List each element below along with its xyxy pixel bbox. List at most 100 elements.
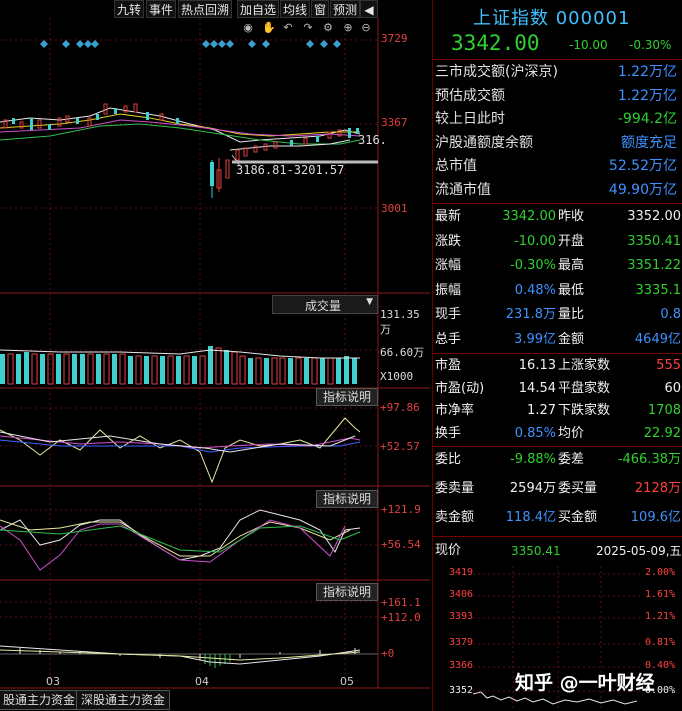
date-label-05: 05 xyxy=(340,675,354,688)
indicator2-axis-high: +121.9 xyxy=(381,503,421,516)
grid-label: 换手 xyxy=(435,425,462,441)
price-axis-mid: 3367 xyxy=(381,116,408,129)
grid-value: 109.6亿 xyxy=(630,510,681,525)
grid-value: 231.8万 xyxy=(505,307,556,322)
grid-value: 0.85% xyxy=(514,425,556,441)
grid-label: 委比 xyxy=(435,452,462,467)
grid-value: 118.4亿 xyxy=(505,510,556,525)
quote-row: 沪股通额度余额 额度充足 xyxy=(435,132,681,154)
indicator1-axis-mid: +52.57 xyxy=(380,440,420,453)
grid-value: -466.38万 xyxy=(617,452,681,467)
chart-area[interactable]: 九转 事件 热点回溯 加自选 均线 窗 预测 ◀ ◉ ✋ ↶ ↷ ⚙ ⊕ ⊖ 3… xyxy=(0,0,430,711)
volume-selector[interactable]: 成交量 ▼ xyxy=(272,295,378,314)
grid-label: 现手 xyxy=(435,307,462,322)
price-axis-high: 3729 xyxy=(381,32,408,45)
mini-axis-left-1: 3406 xyxy=(449,589,474,600)
grid-label: 买金额 xyxy=(558,510,598,525)
grid-label: 开盘 xyxy=(558,233,585,249)
grid-value: 2128万 xyxy=(634,481,681,496)
mini-axis-right-3: 0.81% xyxy=(645,637,676,648)
quote-panel: 上证指数 000001 3342.00 -10.00 -0.30% 三市成交额(… xyxy=(432,0,682,711)
grid-value: 60 xyxy=(664,380,681,396)
grid-value: 1.27 xyxy=(527,403,556,418)
mini-axis-right-2: 1.21% xyxy=(645,611,676,622)
candles xyxy=(3,103,359,198)
quote-row-value: 1.22万亿 xyxy=(617,87,677,104)
price-change-pct: -0.30% xyxy=(629,38,672,52)
grid-value: 0.48% xyxy=(514,282,556,298)
grid-value: 22.92 xyxy=(643,425,681,441)
now-price-value: 3350.41 xyxy=(511,544,561,558)
quote-date: 2025-05-09,五 xyxy=(596,544,682,558)
quote-row: 总市值 52.52万亿 xyxy=(435,155,681,177)
quote-row: 三市成交额(沪深京) 1.22万亿 xyxy=(435,61,681,83)
indicator3-axis-mid: +112.0 xyxy=(381,611,421,624)
grid-value: 2594万 xyxy=(509,481,556,496)
volume-axis-high: 131.35万 xyxy=(380,308,420,336)
grid-label: 金额 xyxy=(558,331,585,347)
grid-value: 3352.00 xyxy=(627,209,681,224)
chevron-down-icon: ▼ xyxy=(366,297,373,307)
last-price: 3342.00 xyxy=(451,31,540,55)
grid-label: 最新 xyxy=(435,209,462,224)
indicator2-axis-mid: +56.54 xyxy=(381,538,421,551)
grid-value: 555 xyxy=(656,358,681,373)
date-label-03: 03 xyxy=(46,675,60,688)
grid-value: 3.99亿 xyxy=(514,331,556,347)
range-label: 3186.81-3201.57 xyxy=(236,163,345,177)
grid-label: 平盘家数 xyxy=(558,380,611,396)
grid-label: 最高 xyxy=(558,258,585,273)
quote-row-value: 额度充足 xyxy=(621,134,677,151)
grid-label: 市盈 xyxy=(435,358,462,373)
grid-label: 委卖量 xyxy=(435,481,475,496)
quote-row-label: 三市成交额(沪深京) xyxy=(435,64,558,80)
tab-sz-connect-capital[interactable]: 深股通主力资金 xyxy=(76,690,171,710)
quote-row-value: 1.22万亿 xyxy=(617,64,677,80)
mini-axis-right-0: 2.00% xyxy=(645,567,676,578)
grid-value: 14.54 xyxy=(518,380,556,396)
quote-row-value: 49.90万亿 xyxy=(608,182,677,198)
watermark: 知乎 @一叶财经 xyxy=(515,672,655,694)
grid-value: -0.30% xyxy=(510,258,556,273)
quote-row-label: 预估成交额 xyxy=(435,87,505,104)
indicator2-help-button[interactable]: 指标说明 xyxy=(316,490,379,508)
grid-label: 涨幅 xyxy=(435,258,462,273)
indicator1-help-button[interactable]: 指标说明 xyxy=(316,388,379,406)
grid-value: 3350.41 xyxy=(627,233,681,249)
grid-label: 上涨家数 xyxy=(558,358,611,373)
grid-label: 市盈(动) xyxy=(435,380,485,396)
quote-row-value: -994.2亿 xyxy=(617,111,677,128)
grid-value: -9.88% xyxy=(510,452,556,467)
quote-row-label: 流通市值 xyxy=(435,182,491,198)
quote-row: 预估成交额 1.22万亿 xyxy=(435,85,681,107)
mini-axis-left-2: 3393 xyxy=(449,611,474,622)
quote-row: 流通市值 49.90万亿 xyxy=(435,179,681,201)
grid-label: 总手 xyxy=(435,331,462,347)
quote-row: 较上日此时 -994.2亿 xyxy=(435,108,681,130)
signal-markers xyxy=(40,40,341,48)
grid-label: 委买量 xyxy=(558,481,598,496)
grid-label: 量比 xyxy=(558,307,585,322)
indicator3-axis-high: +161.1 xyxy=(381,596,421,609)
grid-value: 3342.00 xyxy=(502,209,556,224)
volume-axis-mid: 66.60万 xyxy=(380,346,425,359)
volume-axis-unit: X1000 xyxy=(380,370,414,383)
index-title: 上证指数 000001 xyxy=(473,8,631,29)
tab-sh-connect-capital[interactable]: 股通主力资金 xyxy=(0,690,81,710)
grid-value: 0.8 xyxy=(660,307,681,322)
grid-label: 下跌家数 xyxy=(558,403,611,418)
indicator3-help-button[interactable]: 指标说明 xyxy=(316,583,379,601)
indicator3-axis-zero: +0 xyxy=(381,647,395,660)
grid-label: 均价 xyxy=(558,425,585,441)
grid-value: -10.00 xyxy=(514,233,556,249)
grid-label: 昨收 xyxy=(558,209,585,224)
quote-row-label: 较上日此时 xyxy=(435,111,505,128)
volume-selector-label: 成交量 xyxy=(305,299,342,313)
macd-bars-green xyxy=(204,654,231,668)
grid-value: 1708 xyxy=(647,403,681,418)
grid-label: 涨跌 xyxy=(435,233,462,249)
grid-label: 卖金额 xyxy=(435,510,475,525)
grid-value: 3351.22 xyxy=(627,258,681,273)
kline-chart xyxy=(0,18,430,689)
indicator1-axis-high: +97.86 xyxy=(380,401,420,414)
